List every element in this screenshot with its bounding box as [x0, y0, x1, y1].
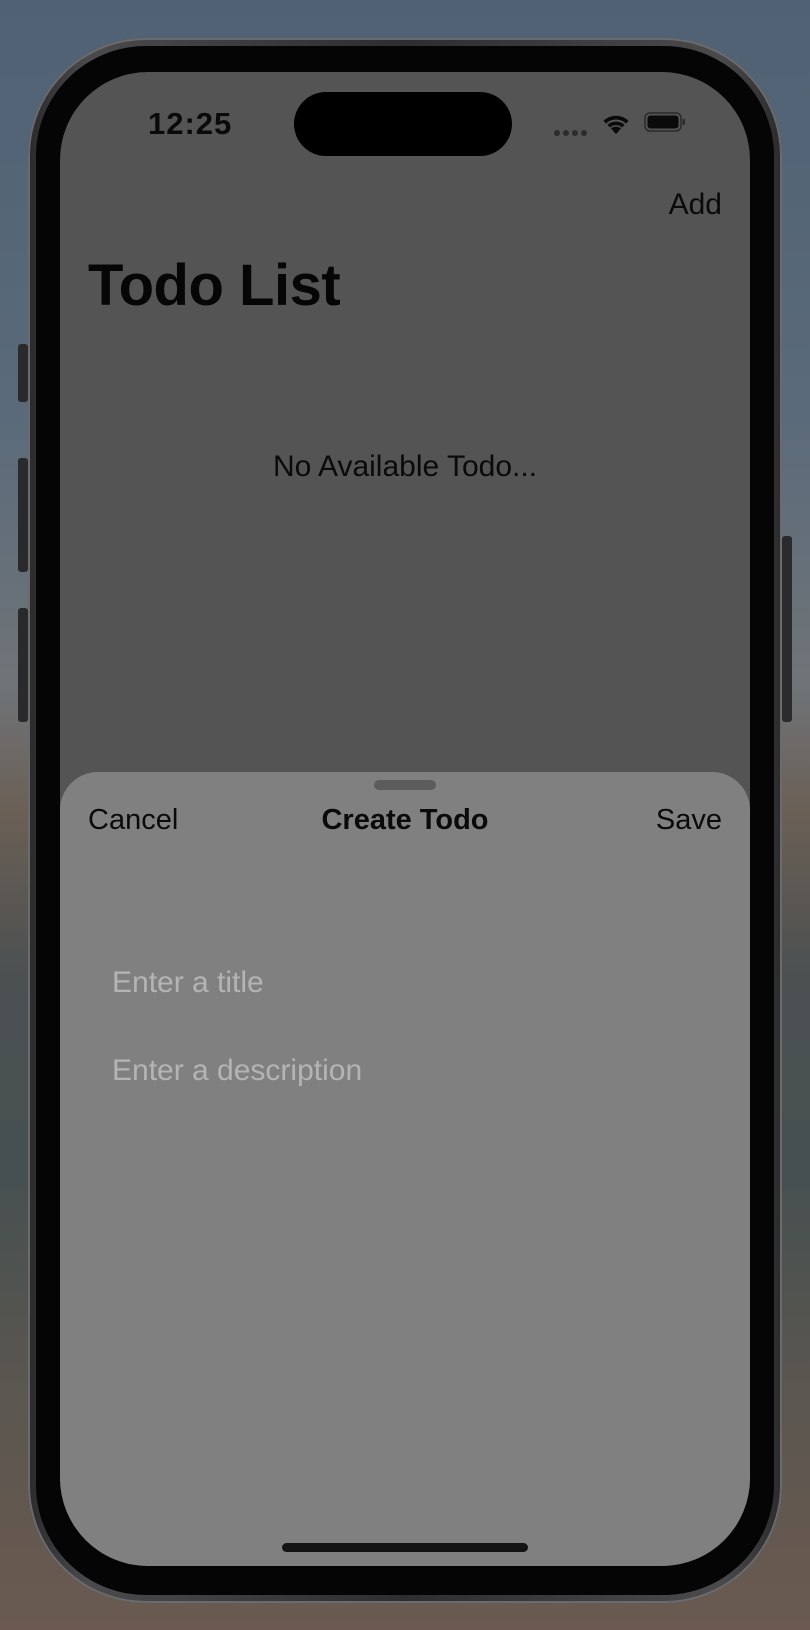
screen: 12:25 Add Todo List No Available Todo...… [60, 72, 750, 1566]
sheet-title: Create Todo [321, 804, 489, 836]
device-power-button [782, 536, 792, 722]
wifi-icon [603, 115, 629, 134]
page-title: Todo List [88, 253, 341, 318]
home-indicator [282, 1543, 528, 1552]
device-action-button [18, 344, 28, 402]
dynamic-island [294, 92, 512, 156]
sheet-grabber[interactable] [374, 780, 436, 790]
device-volume-down-button [18, 608, 28, 722]
empty-state-message: No Available Todo... [272, 450, 538, 483]
create-todo-sheet: Cancel Create Todo Save [60, 772, 750, 1566]
add-button[interactable]: Add [669, 188, 722, 222]
device-volume-up-button [18, 458, 28, 572]
status-bar: 12:25 [60, 72, 750, 172]
save-button[interactable]: Save [656, 804, 722, 837]
description-input[interactable] [112, 1054, 712, 1088]
title-input[interactable] [112, 966, 712, 1000]
cellular-signal-icon [554, 130, 587, 136]
status-time: 12:25 [148, 106, 233, 141]
battery-icon [644, 112, 685, 132]
